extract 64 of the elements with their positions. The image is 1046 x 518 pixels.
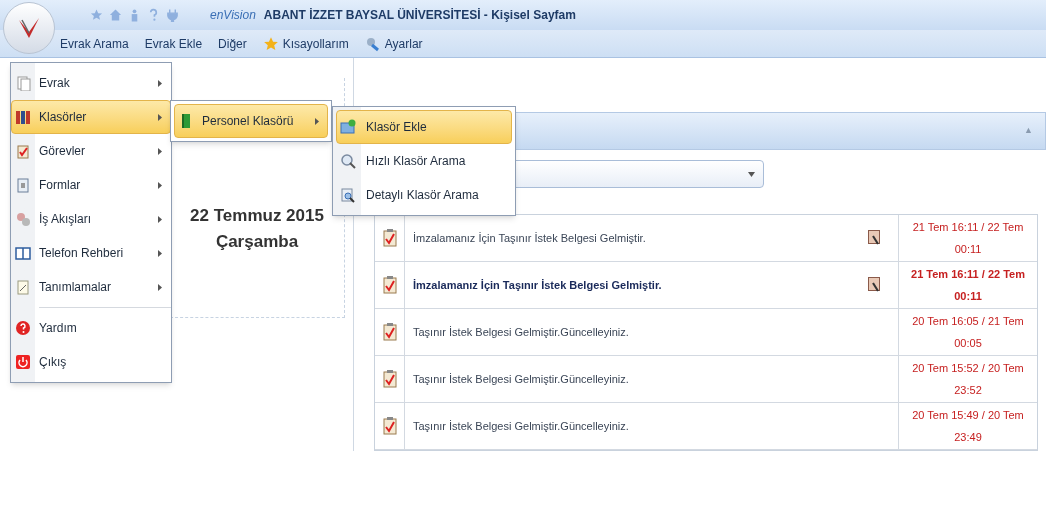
plug-icon[interactable] (166, 8, 179, 22)
menu-bar-item[interactable]: Diğer (218, 34, 247, 53)
date-text: 22 Temmuz 2015 (190, 205, 324, 227)
menu-item[interactable]: Tanımlamalar (11, 270, 171, 304)
menu-item[interactable]: Telefon Rehberi (11, 236, 171, 270)
date-range-text: 20 Tem 16:05 / 21 Tem 00:05 (911, 314, 1025, 351)
clipboard-check-icon (382, 276, 397, 294)
menu-bar-item[interactable]: Kısayollarım (262, 34, 349, 53)
task-text[interactable]: İmzalamanız İçin Taşınır İstek Belgesi Gelmiştir. (413, 276, 662, 294)
clipboard-check-icon (382, 370, 397, 388)
help-icon[interactable] (147, 8, 160, 22)
submenu-arrow-icon (158, 79, 162, 87)
form-icon (15, 177, 31, 193)
folder-add-icon (340, 119, 356, 135)
submenu-arrow-icon (315, 117, 319, 125)
books-icon (15, 109, 31, 125)
window-title: ABANT İZZET BAYSAL ÜNİVERSİTESİ - Kişisel Sayfam (263, 7, 576, 24)
clipboard-check-icon (382, 417, 397, 435)
help-icon (15, 320, 31, 336)
search-document-icon (340, 187, 356, 203)
menu-item[interactable]: Personel Klasörü (174, 104, 328, 138)
note-icon (15, 279, 31, 295)
menu-item[interactable]: Formlar (11, 168, 171, 202)
dropdown-caret-icon (748, 171, 755, 177)
date-range-text: 21 Tem 16:11 / 22 Tem 00:11 (911, 220, 1025, 257)
task-text[interactable]: Taşınır İstek Belgesi Gelmiştir.Güncelleyiniz. (413, 323, 629, 341)
submenu-arrow-icon (158, 113, 162, 121)
date-range-text: 20 Tem 15:52 / 20 Tem 23:52 (911, 361, 1025, 398)
clipboard-check-icon (15, 143, 31, 159)
submenu-arrow-icon (158, 249, 162, 257)
date-range-text: 20 Tem 15:49 / 20 Tem 23:49 (911, 408, 1025, 445)
menu-item[interactable]: Hızlı Klasör Arama (336, 144, 512, 178)
menu-item[interactable]: Detaylı Klasör Arama (336, 178, 512, 212)
search-icon (340, 153, 356, 169)
task-text[interactable]: Taşınır İstek Belgesi Gelmiştir.Güncelleyiniz. (413, 417, 629, 435)
clipboard-check-icon (382, 323, 397, 341)
menu-bar-item[interactable]: Evrak Ekle (144, 34, 203, 53)
documents-icon (15, 75, 31, 91)
menu-item[interactable]: İş Akışları (11, 202, 171, 236)
menu-item[interactable]: Klasörler (11, 100, 171, 134)
submenu-arrow-icon (158, 215, 162, 223)
submenu-arrow-icon (158, 283, 162, 291)
menu-item[interactable]: Evrak (11, 66, 171, 100)
star-icon (262, 35, 279, 52)
weekday-text: Çarşamba (215, 230, 299, 253)
preview-icon[interactable] (868, 230, 880, 246)
task-text[interactable]: Taşınır İstek Belgesi Gelmiştir.Güncelleyiniz. (413, 370, 629, 388)
preview-icon[interactable] (868, 277, 880, 293)
power-icon (15, 354, 31, 370)
book-icon (15, 245, 31, 261)
menu-bar-item[interactable]: Ayarlar (364, 34, 423, 53)
menu-item[interactable]: Görevler (11, 134, 171, 168)
clipboard-check-icon (382, 229, 397, 247)
house-icon[interactable] (109, 8, 122, 22)
menu-bar-item[interactable]: Evrak Arama (60, 34, 129, 53)
menu-item[interactable]: Çıkış (11, 345, 171, 379)
submenu-arrow-icon (158, 181, 162, 189)
menu-item[interactable]: Yardım (11, 311, 171, 345)
date-range-text: 21 Tem 16:11 / 22 Tem 00:11 (911, 267, 1025, 304)
task-text[interactable]: İmzalamanız İçin Taşınır İstek Belgesi Gelmiştir. (413, 229, 646, 247)
submenu-arrow-icon (158, 147, 162, 155)
logo: enVision (210, 7, 256, 24)
menu-item[interactable]: Klasör Ekle (336, 110, 512, 144)
star-icon[interactable] (90, 8, 103, 22)
